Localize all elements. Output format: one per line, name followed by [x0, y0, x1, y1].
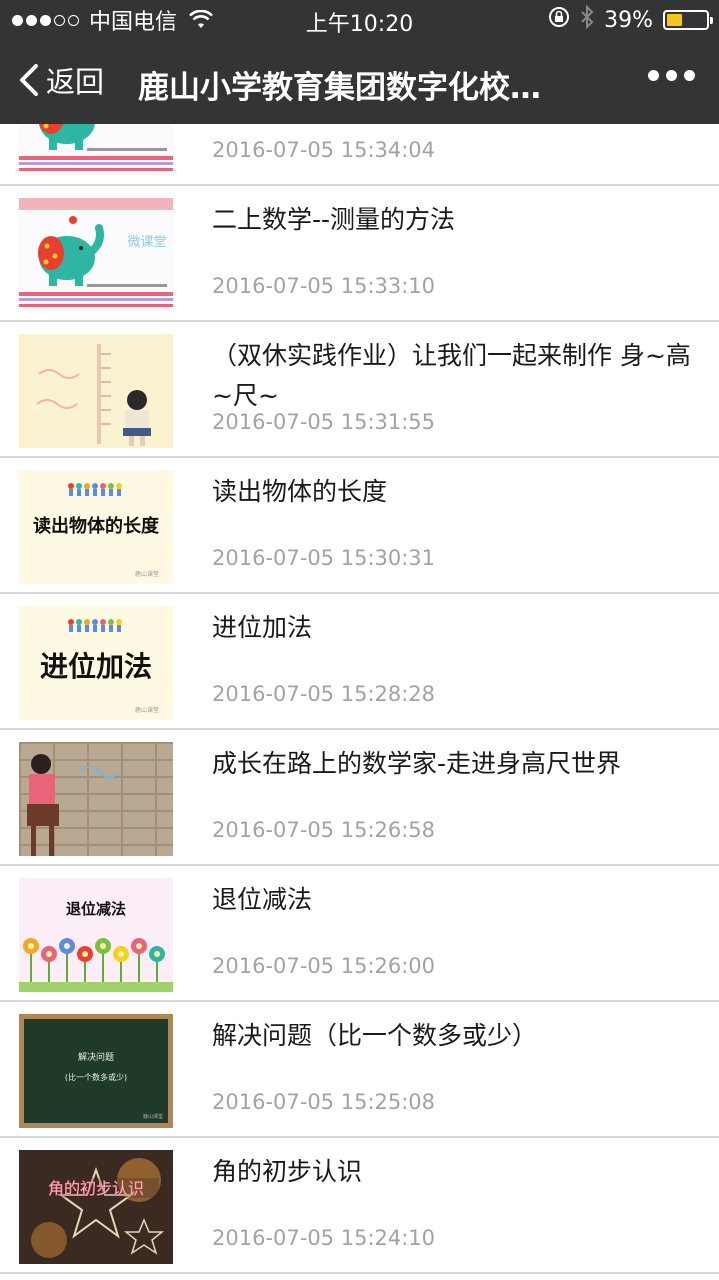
status-bar: 中国电信 上午10:20 39% — [0, 0, 719, 40]
svg-text:鹿山课堂: 鹿山课堂 — [143, 1113, 163, 1120]
article-date: 2016-07-05 15:24:10 — [212, 1226, 436, 1250]
svg-text:角的初步认识: 角的初步认识 — [48, 1179, 144, 1198]
svg-text:读出物体的长度: 读出物体的长度 — [33, 515, 160, 537]
article-date: 2016-07-05 15:28:28 — [212, 682, 436, 706]
chevron-left-icon — [16, 62, 42, 98]
article-thumbnail: 退位减法 — [19, 878, 173, 992]
article-date: 2016-07-05 15:33:10 — [212, 274, 436, 298]
article-title: 读出物体的长度 — [212, 477, 388, 506]
battery-icon — [663, 10, 713, 30]
nav-bar: 返回 鹿山小学教育集团数字化校… — [0, 40, 719, 124]
article-thumbnail — [19, 334, 173, 448]
article-date: 2016-07-05 15:30:31 — [212, 546, 436, 570]
list-item[interactable]: 读出物体的长度 鹿山课堂 读出物体的长度 2016-07-05 15:30:31 — [0, 458, 719, 594]
article-thumbnail: 微课堂 — [19, 198, 173, 312]
article-date: 2016-07-05 15:31:55 — [212, 410, 436, 434]
back-button[interactable]: 返回 — [16, 58, 104, 102]
back-label: 返回 — [46, 65, 105, 99]
list-item[interactable]: 角的初步认识 角的初步认识 2016-07-05 15:24:10 — [0, 1138, 719, 1274]
article-list: 微课堂 2016-07-05 15:34:04 微课堂 二上数学--测量的方法 2… — [0, 124, 719, 1280]
article-title: 进位加法 — [212, 613, 313, 642]
svg-text:退位减法: 退位减法 — [66, 900, 126, 918]
list-item[interactable]: 解决问题 (比一个数多或少) 鹿山课堂 解决问题（比一个数多或少） 2016-07… — [0, 1002, 719, 1138]
article-date: 2016-07-05 15:25:08 — [212, 1090, 436, 1114]
svg-text:鹿山课堂: 鹿山课堂 — [135, 706, 159, 714]
page-title: 鹿山小学教育集团数字化校… — [138, 70, 541, 106]
list-item[interactable]: 微课堂 2016-07-05 15:34:04 — [0, 124, 719, 186]
article-thumbnail: 进位加法 鹿山课堂 — [19, 606, 173, 720]
more-dots-icon[interactable] — [648, 70, 695, 81]
article-thumbnail — [19, 742, 173, 856]
status-right: 39% — [548, 4, 713, 35]
list-item[interactable]: 进位加法 鹿山课堂 进位加法 2016-07-05 15:28:28 — [0, 594, 719, 730]
svg-text:微课堂: 微课堂 — [127, 235, 166, 250]
svg-text:解决问题: 解决问题 — [78, 1051, 114, 1063]
article-title: 解决问题（比一个数多或少） — [212, 1021, 538, 1050]
svg-text:(比一个数多或少): (比一个数多或少) — [65, 1072, 127, 1082]
article-list-inner: 微课堂 2016-07-05 15:34:04 微课堂 二上数学--测量的方法 2… — [0, 124, 719, 1274]
article-thumbnail: 读出物体的长度 鹿山课堂 — [19, 470, 173, 584]
article-title: 二上数学--测量的方法 — [212, 205, 456, 234]
article-title: 成长在路上的数学家-走进身高尺世界 — [212, 749, 622, 778]
svg-text:鹿山课堂: 鹿山课堂 — [135, 570, 159, 578]
list-item[interactable]: 退位减法 退位减法 2016-07-05 15:26:00 — [0, 866, 719, 1002]
list-item[interactable]: （双休实践作业）让我们一起来制作 身~高~尺~ 2016-07-05 15:31:… — [0, 322, 719, 458]
bluetooth-icon — [580, 4, 594, 35]
list-item[interactable]: 微课堂 二上数学--测量的方法 2016-07-05 15:33:10 — [0, 186, 719, 322]
article-date: 2016-07-05 15:26:00 — [212, 954, 436, 978]
battery-percent: 39% — [604, 7, 653, 33]
battery-fill — [667, 14, 682, 26]
article-date: 2016-07-05 15:34:04 — [212, 138, 436, 162]
rotation-lock-icon — [548, 6, 570, 34]
svg-text:进位加法: 进位加法 — [40, 650, 152, 683]
article-title: 角的初步认识 — [212, 1157, 363, 1186]
article-title: （双休实践作业）让我们一起来制作 身~高~尺~ — [212, 341, 691, 410]
article-title: 退位减法 — [212, 885, 313, 914]
list-item[interactable]: 成长在路上的数学家-走进身高尺世界 2016-07-05 15:26:58 — [0, 730, 719, 866]
article-date: 2016-07-05 15:26:58 — [212, 818, 436, 842]
article-thumbnail: 解决问题 (比一个数多或少) 鹿山课堂 — [19, 1014, 173, 1128]
article-thumbnail: 角的初步认识 — [19, 1150, 173, 1264]
article-thumbnail: 微课堂 — [19, 124, 173, 176]
